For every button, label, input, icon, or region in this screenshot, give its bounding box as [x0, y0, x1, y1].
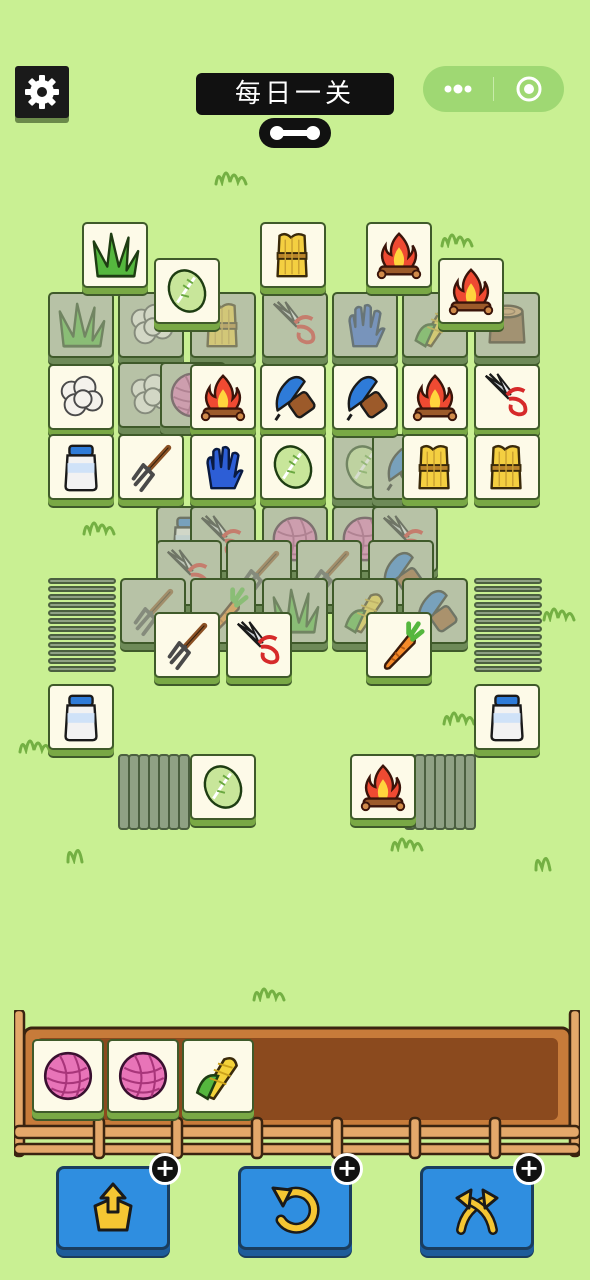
milk-tile[interactable] [474, 684, 540, 750]
stacked-tile-edge [474, 586, 542, 592]
undo-plus-badge: + [331, 1153, 363, 1185]
comb-tile[interactable] [332, 364, 398, 430]
campfire-tile[interactable] [190, 364, 256, 430]
shears-icon [236, 621, 280, 665]
stacked-tile-edge [474, 650, 542, 656]
carrot-icon [383, 621, 425, 670]
wheat-tile[interactable] [474, 434, 540, 500]
stacked-tile-edge [474, 602, 542, 608]
pitchfork-icon [167, 622, 208, 671]
stacked-tile-edge [48, 602, 116, 608]
stacked-tile-edge [48, 634, 116, 640]
comb-icon [346, 375, 388, 421]
tile-board [0, 0, 590, 1000]
milk-icon [64, 694, 98, 742]
shuffle-plus-badge: + [513, 1153, 545, 1185]
milk-tile[interactable] [48, 434, 114, 500]
glove-icon [348, 303, 386, 348]
campfire-tile[interactable] [402, 364, 468, 430]
shears-tile [262, 292, 328, 358]
pitchfork-tile[interactable] [118, 434, 184, 500]
campfire-icon [376, 232, 422, 280]
campfire-icon [448, 268, 494, 316]
comb-icon [274, 375, 316, 421]
corn-icon [195, 1056, 238, 1101]
pitchfork-icon [131, 444, 172, 493]
stacked-tile-edge [48, 586, 116, 592]
wheat-icon [276, 232, 308, 278]
stacked-tile-edge [48, 610, 116, 616]
tray-slot-yarn [107, 1039, 179, 1113]
cabbage-tile[interactable] [190, 754, 256, 820]
stacked-tile-edge [474, 578, 542, 584]
comb-tile[interactable] [260, 364, 326, 430]
stacked-tile-edge [48, 594, 116, 600]
stacked-tile-edge [48, 618, 116, 624]
campfire-tile[interactable] [366, 222, 432, 288]
campfire-icon [412, 374, 458, 422]
cabbage-icon [203, 765, 243, 809]
move-out-plus-badge: + [149, 1153, 181, 1185]
stacked-tile-edge [48, 650, 116, 656]
stacked-tile-edge [464, 754, 476, 830]
stacked-tile-edge [474, 618, 542, 624]
move-out-icon [93, 1182, 133, 1232]
grass-tile [48, 292, 114, 358]
yarn-icon [118, 1051, 168, 1101]
undo-button[interactable]: + [238, 1153, 363, 1250]
undo-icon [271, 1186, 320, 1234]
stacked-tile-edge [48, 666, 116, 672]
campfire-icon [360, 764, 406, 812]
stacked-tile-edge [48, 578, 116, 584]
wheat-icon [418, 444, 450, 490]
stacked-tile-edge [48, 658, 116, 664]
stacked-tile-edge [48, 626, 116, 632]
shears-tile[interactable] [226, 612, 292, 678]
stacked-tile-edge [474, 642, 542, 648]
glove-tile[interactable] [190, 434, 256, 500]
stacked-tile-edge [474, 634, 542, 640]
cabbage-tile[interactable] [260, 434, 326, 500]
milk-tile[interactable] [48, 684, 114, 750]
stacked-tile-edge [474, 658, 542, 664]
wheat-tile[interactable] [260, 222, 326, 288]
milk-icon [490, 694, 524, 742]
wheat-icon [490, 444, 522, 490]
shuffle-icon [455, 1188, 499, 1235]
milk-icon [64, 444, 98, 492]
glove-icon [206, 445, 244, 490]
grass-icon [92, 232, 140, 278]
move-out-button[interactable]: + [56, 1153, 181, 1250]
shears-tile[interactable] [474, 364, 540, 430]
cabbage-icon [167, 269, 207, 313]
shuffle-button[interactable]: + [420, 1153, 545, 1250]
cabbage-tile[interactable] [154, 258, 220, 324]
wool-icon [60, 375, 104, 417]
yarn-icon [43, 1051, 93, 1101]
stacked-tile-edge [474, 594, 542, 600]
campfire-tile[interactable] [438, 258, 504, 324]
cabbage-icon [273, 445, 313, 489]
stacked-tile-edge [474, 610, 542, 616]
grass-icon [58, 302, 106, 348]
carrot-tile[interactable] [366, 612, 432, 678]
wool-tile[interactable] [48, 364, 114, 430]
game-screen: 每日一关 + + + [0, 0, 590, 1280]
campfire-tile[interactable] [350, 754, 416, 820]
grass-tile[interactable] [82, 222, 148, 288]
stacked-tile-edge [178, 754, 190, 830]
tray-slot-yarn [32, 1039, 104, 1113]
glove-tile [332, 292, 398, 358]
stacked-tile-edge [474, 666, 542, 672]
shears-icon [272, 301, 316, 345]
tray-slot-corn [182, 1039, 254, 1113]
campfire-icon [200, 374, 246, 422]
stacked-tile-edge [474, 626, 542, 632]
wheat-tile[interactable] [402, 434, 468, 500]
stacked-tile-edge [48, 642, 116, 648]
pitchfork-tile[interactable] [154, 612, 220, 678]
shears-icon [484, 373, 528, 417]
